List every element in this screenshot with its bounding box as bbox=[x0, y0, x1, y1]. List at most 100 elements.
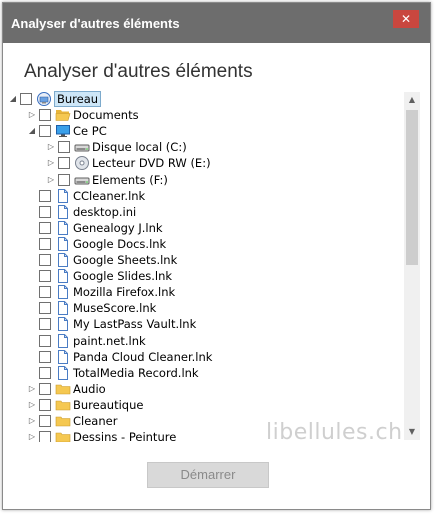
file-icon bbox=[55, 349, 71, 365]
tree-checkbox[interactable] bbox=[58, 157, 70, 170]
expand-arrow-icon[interactable]: ▷ bbox=[47, 143, 55, 151]
drive-icon bbox=[74, 139, 90, 155]
tree-item-label: Lecteur DVD RW (E:) bbox=[92, 156, 211, 171]
watermark-text: libellules.ch bbox=[266, 420, 403, 445]
file-icon bbox=[55, 316, 71, 332]
tree-item-label: Dessins - Peinture bbox=[73, 430, 177, 442]
tree-row-google-slides-lnk[interactable]: Google Slides.lnk bbox=[8, 268, 404, 284]
start-button[interactable]: Démarrer bbox=[147, 462, 269, 488]
tree-checkbox[interactable] bbox=[39, 318, 51, 331]
dvd-icon bbox=[74, 155, 90, 171]
tree-row-disque-local-c[interactable]: ▷ Disque local (C:) bbox=[8, 139, 404, 155]
tree-checkbox[interactable] bbox=[20, 93, 32, 105]
tree-checkbox[interactable] bbox=[39, 350, 51, 363]
tree-checkbox[interactable] bbox=[39, 237, 51, 250]
file-icon bbox=[55, 300, 71, 316]
tree-item-label: paint.net.lnk bbox=[73, 333, 146, 348]
tree-row-elements-f[interactable]: ▷ Elements (F:) bbox=[8, 172, 404, 188]
collapse-arrow-icon[interactable]: ◢ bbox=[9, 95, 17, 103]
tree-item-label: Google Slides.lnk bbox=[73, 269, 173, 284]
tree-checkbox[interactable] bbox=[39, 415, 51, 427]
scroll-down-arrow-icon[interactable]: ▼ bbox=[404, 424, 420, 440]
tree-item-label: Google Docs.lnk bbox=[73, 236, 167, 251]
tree-checkbox[interactable] bbox=[39, 189, 51, 202]
tree-checkbox[interactable] bbox=[39, 431, 51, 442]
title-bar[interactable]: Analyser d'autres éléments ✕ bbox=[3, 3, 430, 43]
expand-arrow-icon[interactable]: ▷ bbox=[28, 111, 36, 119]
tree-checkbox[interactable] bbox=[39, 270, 51, 283]
folder-icon bbox=[55, 429, 71, 442]
tree-checkbox[interactable] bbox=[58, 141, 70, 154]
tree-checkbox[interactable] bbox=[39, 125, 51, 138]
tree-row-desktop-ini[interactable]: desktop.ini bbox=[8, 204, 404, 220]
file-icon bbox=[55, 204, 71, 220]
file-icon bbox=[55, 365, 71, 381]
tree-row-panda-cloud-cleaner-lnk[interactable]: Panda Cloud Cleaner.lnk bbox=[8, 349, 404, 365]
tree-checkbox[interactable] bbox=[39, 254, 51, 266]
tree-row-genealogy-j-lnk[interactable]: Genealogy J.lnk bbox=[8, 220, 404, 236]
folder-icon bbox=[55, 413, 71, 429]
computer-icon bbox=[55, 123, 71, 139]
file-icon bbox=[55, 188, 71, 204]
scrollbar-thumb[interactable] bbox=[406, 110, 418, 265]
tree-item-label: Bureautique bbox=[73, 397, 144, 412]
tree-row-musescore-lnk[interactable]: MuseScore.lnk bbox=[8, 300, 404, 316]
expand-arrow-icon[interactable]: ▷ bbox=[28, 384, 36, 393]
file-icon bbox=[55, 284, 71, 300]
window-title: Analyser d'autres éléments bbox=[11, 16, 180, 31]
collapse-arrow-icon[interactable]: ◢ bbox=[28, 127, 36, 135]
close-button[interactable]: ✕ bbox=[393, 10, 419, 28]
expand-arrow-icon[interactable]: ▷ bbox=[47, 175, 55, 184]
tree-row-totalmedia-record-lnk[interactable]: TotalMedia Record.lnk bbox=[8, 365, 404, 381]
tree-checkbox[interactable] bbox=[39, 221, 51, 234]
tree-checkbox[interactable] bbox=[58, 173, 70, 186]
tree-item-label: Genealogy J.lnk bbox=[73, 220, 163, 235]
tree-item-label: Google Sheets.lnk bbox=[73, 253, 178, 267]
expand-arrow-icon[interactable]: ▷ bbox=[28, 417, 36, 425]
file-icon bbox=[55, 220, 71, 236]
tree-item-label: CCleaner.lnk bbox=[73, 188, 146, 203]
tree-item-label: Audio bbox=[73, 381, 106, 396]
file-icon bbox=[55, 236, 71, 252]
file-tree: ◢ Bureau ▷ Documents ◢ Ce PC ▷ Disque local (C:… bbox=[8, 90, 420, 442]
folder-icon bbox=[55, 397, 71, 413]
tree-item-label: Ce PC bbox=[73, 124, 107, 139]
tree-checkbox[interactable] bbox=[39, 334, 51, 347]
tree-row-ce-pc[interactable]: ◢ Ce PC bbox=[8, 123, 404, 139]
tree-checkbox[interactable] bbox=[39, 382, 51, 395]
file-icon bbox=[55, 252, 71, 268]
folder-open-icon bbox=[55, 107, 71, 123]
tree-item-label: Documents bbox=[73, 108, 139, 123]
tree-item-label: Elements (F:) bbox=[92, 172, 168, 187]
tree-checkbox[interactable] bbox=[39, 366, 51, 379]
expand-arrow-icon[interactable]: ▷ bbox=[28, 433, 36, 441]
tree-item-label: Panda Cloud Cleaner.lnk bbox=[73, 349, 213, 364]
tree-row-my-lastpass-vault-lnk[interactable]: My LastPass Vault.lnk bbox=[8, 316, 404, 332]
tree-checkbox[interactable] bbox=[39, 109, 51, 122]
drive-icon bbox=[74, 172, 90, 188]
expand-arrow-icon[interactable]: ▷ bbox=[47, 159, 55, 167]
tree-row-audio[interactable]: ▷ Audio bbox=[8, 381, 404, 397]
tree-row-google-sheets-lnk[interactable]: Google Sheets.lnk bbox=[8, 252, 404, 268]
tree-row-lecteur-dvd-rw-e[interactable]: ▷ Lecteur DVD RW (E:) bbox=[8, 155, 404, 171]
tree-row-documents[interactable]: ▷ Documents bbox=[8, 107, 404, 123]
tree-row-ccleaner-lnk[interactable]: CCleaner.lnk bbox=[8, 188, 404, 204]
tree-checkbox[interactable] bbox=[39, 302, 51, 315]
expand-arrow-icon[interactable]: ▷ bbox=[28, 400, 36, 409]
desktop-icon bbox=[36, 91, 52, 107]
tree-item-label: Disque local (C:) bbox=[92, 140, 187, 155]
file-icon bbox=[55, 333, 71, 349]
tree-row-mozilla-firefox-lnk[interactable]: Mozilla Firefox.lnk bbox=[8, 284, 404, 300]
tree-row-bureautique[interactable]: ▷ Bureautique bbox=[8, 397, 404, 413]
folder-icon bbox=[55, 381, 71, 397]
tree-item-label: My LastPass Vault.lnk bbox=[73, 317, 197, 332]
tree-checkbox[interactable] bbox=[39, 205, 51, 218]
tree-row-bureau[interactable]: ◢ Bureau bbox=[8, 91, 404, 107]
tree-row-google-docs-lnk[interactable]: Google Docs.lnk bbox=[8, 236, 404, 252]
tree-row-paint-net-lnk[interactable]: paint.net.lnk bbox=[8, 333, 404, 349]
file-icon bbox=[55, 268, 71, 284]
vertical-scrollbar[interactable]: ▲ ▼ bbox=[404, 92, 420, 440]
scroll-up-arrow-icon[interactable]: ▲ bbox=[404, 92, 420, 108]
tree-checkbox[interactable] bbox=[39, 398, 51, 411]
tree-checkbox[interactable] bbox=[39, 286, 51, 299]
